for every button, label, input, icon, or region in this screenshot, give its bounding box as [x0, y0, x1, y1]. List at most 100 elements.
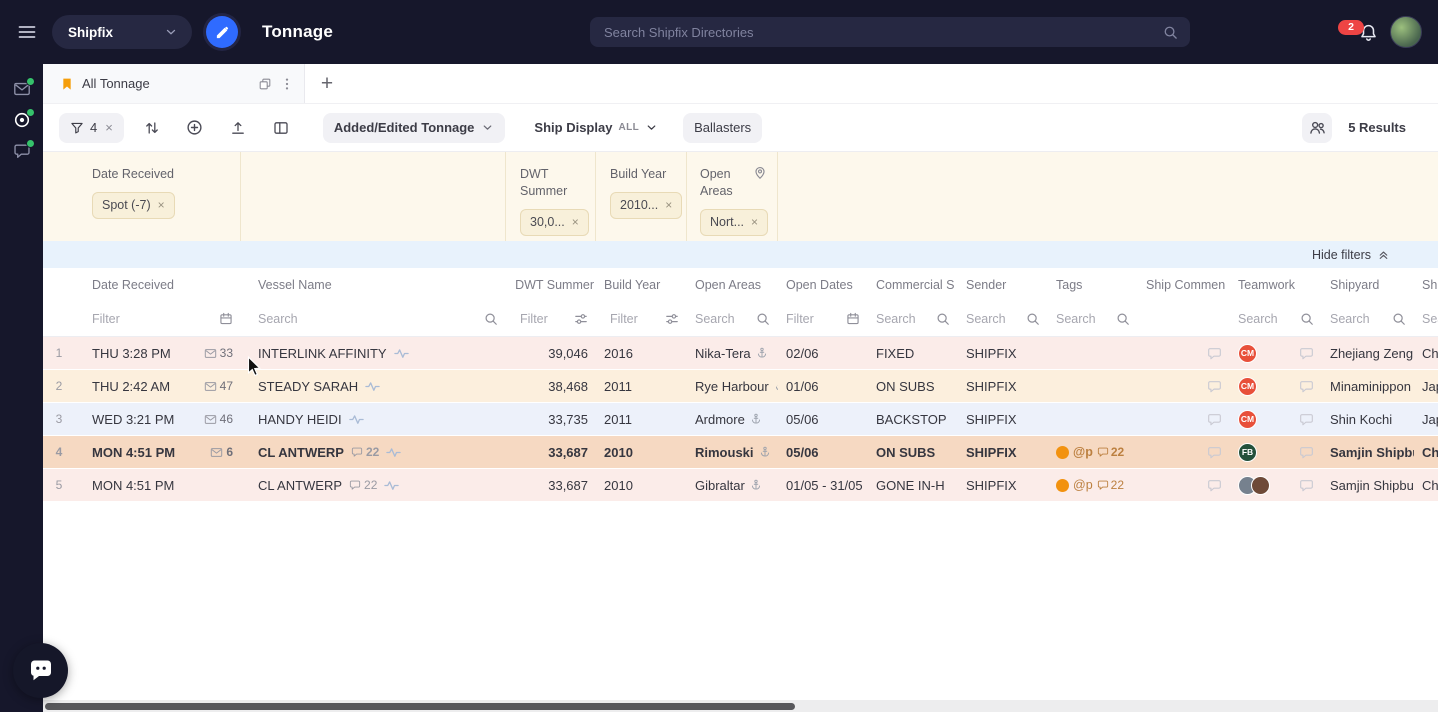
avatar[interactable]: CM [1238, 377, 1257, 396]
vessel-comments-badge[interactable]: 22 [349, 478, 377, 492]
clear-filters-icon[interactable]: × [105, 120, 113, 135]
cell-vessel-name[interactable]: STEADY SARAH [241, 370, 506, 402]
add-comment-icon[interactable] [1299, 412, 1314, 427]
add-tab-button[interactable]: + [305, 64, 349, 103]
add-comment-icon[interactable] [1299, 346, 1314, 361]
avatar[interactable] [1251, 476, 1270, 495]
filter-chip-build-year[interactable]: 2010... × [610, 192, 682, 219]
col-header-vessel-name[interactable]: Vessel Name [241, 268, 506, 301]
collaborators-button[interactable] [1302, 113, 1332, 143]
avatar[interactable]: CM [1238, 410, 1257, 429]
vessel-comments-badge[interactable]: 22 [351, 445, 379, 459]
col-header-date-received[interactable]: Date Received [75, 268, 241, 301]
ship-display-dropdown[interactable]: Ship Display ALL [534, 120, 658, 135]
scrollbar-thumb[interactable] [45, 703, 795, 710]
filter-commercial-status[interactable]: Search [868, 301, 958, 336]
filter-chip-open-areas[interactable]: Nort... × [700, 209, 768, 236]
global-search-input[interactable] [602, 24, 1163, 41]
filter-sender[interactable]: Search [958, 301, 1048, 336]
sidebar-item-tonnage[interactable] [13, 111, 31, 129]
add-comment-icon[interactable] [1207, 412, 1222, 427]
table-row[interactable]: 5 MON 4:51 PM CL ANTWERP 22 33,687 2010 … [43, 469, 1438, 502]
filter-open-dates[interactable]: Filter [778, 301, 868, 336]
filter-chip-dwt-summer[interactable]: 30,0... × [520, 209, 589, 236]
sidebar-item-chats[interactable] [13, 142, 31, 160]
col-header-shipyard-country[interactable]: Ship [1414, 268, 1438, 301]
col-header-ship-comments[interactable]: Ship Commen [1138, 268, 1230, 301]
tag-mention[interactable]: @p [1073, 478, 1093, 492]
workspace-selector[interactable]: Shipfix [52, 15, 192, 49]
add-comment-icon[interactable] [1207, 445, 1222, 460]
remove-chip-icon[interactable]: × [751, 215, 758, 229]
col-header-open-areas[interactable]: Open Areas [687, 268, 778, 301]
col-header-shipyard[interactable]: Shipyard [1322, 268, 1414, 301]
filter-tags[interactable]: Search [1048, 301, 1138, 336]
avatar[interactable]: FB [1238, 443, 1257, 462]
add-comment-icon[interactable] [1299, 445, 1314, 460]
kebab-menu-icon[interactable] [280, 77, 294, 91]
cell-vessel-name[interactable]: HANDY HEIDI [241, 403, 506, 435]
horizontal-scrollbar[interactable] [43, 700, 1438, 712]
table-row[interactable]: 1 THU 3:28 PM 33 INTERLINK AFFINITY 39,0… [43, 337, 1438, 370]
columns-button[interactable] [266, 113, 296, 143]
filter-vessel-name[interactable]: Search [241, 301, 506, 336]
duplicate-view-icon[interactable] [258, 77, 272, 91]
add-comment-icon[interactable] [1207, 379, 1222, 394]
col-header-tags[interactable]: Tags [1048, 268, 1138, 301]
filter-shipyard[interactable]: Search [1322, 301, 1414, 336]
hamburger-menu-icon[interactable] [16, 21, 38, 43]
table-row[interactable]: 2 THU 2:42 AM 47 STEADY SARAH 38,468 201… [43, 370, 1438, 403]
filter-date-received[interactable]: Filter [75, 301, 241, 336]
add-comment-icon[interactable] [1299, 478, 1314, 493]
add-comment-icon[interactable] [1207, 346, 1222, 361]
tag-comments-badge[interactable]: 22 [1097, 478, 1124, 492]
tag-comments-badge[interactable]: 22 [1097, 445, 1124, 459]
filter-open-areas[interactable]: Search [687, 301, 778, 336]
support-chat-widget[interactable] [13, 643, 68, 698]
filter-shipyard-country[interactable]: Search [1414, 301, 1438, 336]
col-header-sender[interactable]: Sender [958, 268, 1048, 301]
user-avatar[interactable] [1390, 16, 1422, 48]
filter-dwt-summer[interactable]: Filter [506, 301, 596, 336]
col-header-teamwork[interactable]: Teamwork [1230, 268, 1322, 301]
table-row[interactable]: 4 MON 4:51 PM 6 CL ANTWERP 22 33,687 201… [43, 436, 1438, 469]
col-header-build-year[interactable]: Build Year [596, 268, 687, 301]
col-header-dwt-summer[interactable]: DWT Summer [506, 268, 596, 301]
sort-button[interactable] [137, 113, 167, 143]
hide-filters-label: Hide filters [1312, 248, 1371, 262]
add-comment-icon[interactable] [1299, 379, 1314, 394]
col-header-open-dates[interactable]: Open Dates [778, 268, 868, 301]
cell-vessel-name[interactable]: CL ANTWERP 22 [241, 469, 506, 501]
global-search[interactable] [590, 17, 1190, 47]
filter-chip-date-received[interactable]: Spot (-7) × [92, 192, 175, 219]
cell-sender: SHIPFIX [958, 469, 1048, 501]
compose-button[interactable] [206, 16, 238, 48]
filters-button[interactable]: 4 × [59, 113, 124, 143]
export-button[interactable] [223, 113, 253, 143]
notifications[interactable]: 2 [1338, 23, 1378, 42]
tab-all-tonnage[interactable]: All Tonnage [43, 64, 305, 103]
tag-mention[interactable]: @p [1073, 445, 1093, 459]
added-edited-dropdown[interactable]: Added/Edited Tonnage [323, 113, 506, 143]
email-count-badge[interactable]: 33 [204, 346, 233, 360]
remove-chip-icon[interactable]: × [572, 215, 579, 229]
filter-teamwork[interactable]: Search [1230, 301, 1322, 336]
sidebar-item-mails[interactable] [13, 80, 31, 98]
filter-build-year[interactable]: Filter [596, 301, 687, 336]
email-count-badge[interactable]: 46 [204, 412, 233, 426]
cell-vessel-name[interactable]: CL ANTWERP 22 [241, 436, 506, 468]
remove-chip-icon[interactable]: × [665, 198, 672, 212]
add-tonnage-button[interactable] [180, 113, 210, 143]
col-header-commercial-status[interactable]: Commercial S [868, 268, 958, 301]
remove-chip-icon[interactable]: × [158, 198, 165, 212]
email-count-badge[interactable]: 47 [204, 379, 233, 393]
email-count-badge[interactable]: 6 [210, 445, 233, 459]
ballasters-button[interactable]: Ballasters [683, 113, 762, 143]
add-comment-icon[interactable] [1207, 478, 1222, 493]
cell-vessel-name[interactable]: INTERLINK AFFINITY [241, 337, 506, 369]
map-pin-icon[interactable] [753, 166, 767, 180]
table-row[interactable]: 3 WED 3:21 PM 46 HANDY HEIDI 33,735 2011… [43, 403, 1438, 436]
avatar[interactable]: CM [1238, 344, 1257, 363]
hide-filters-bar[interactable]: Hide filters [43, 241, 1438, 268]
chat-bubble-icon [27, 657, 55, 685]
